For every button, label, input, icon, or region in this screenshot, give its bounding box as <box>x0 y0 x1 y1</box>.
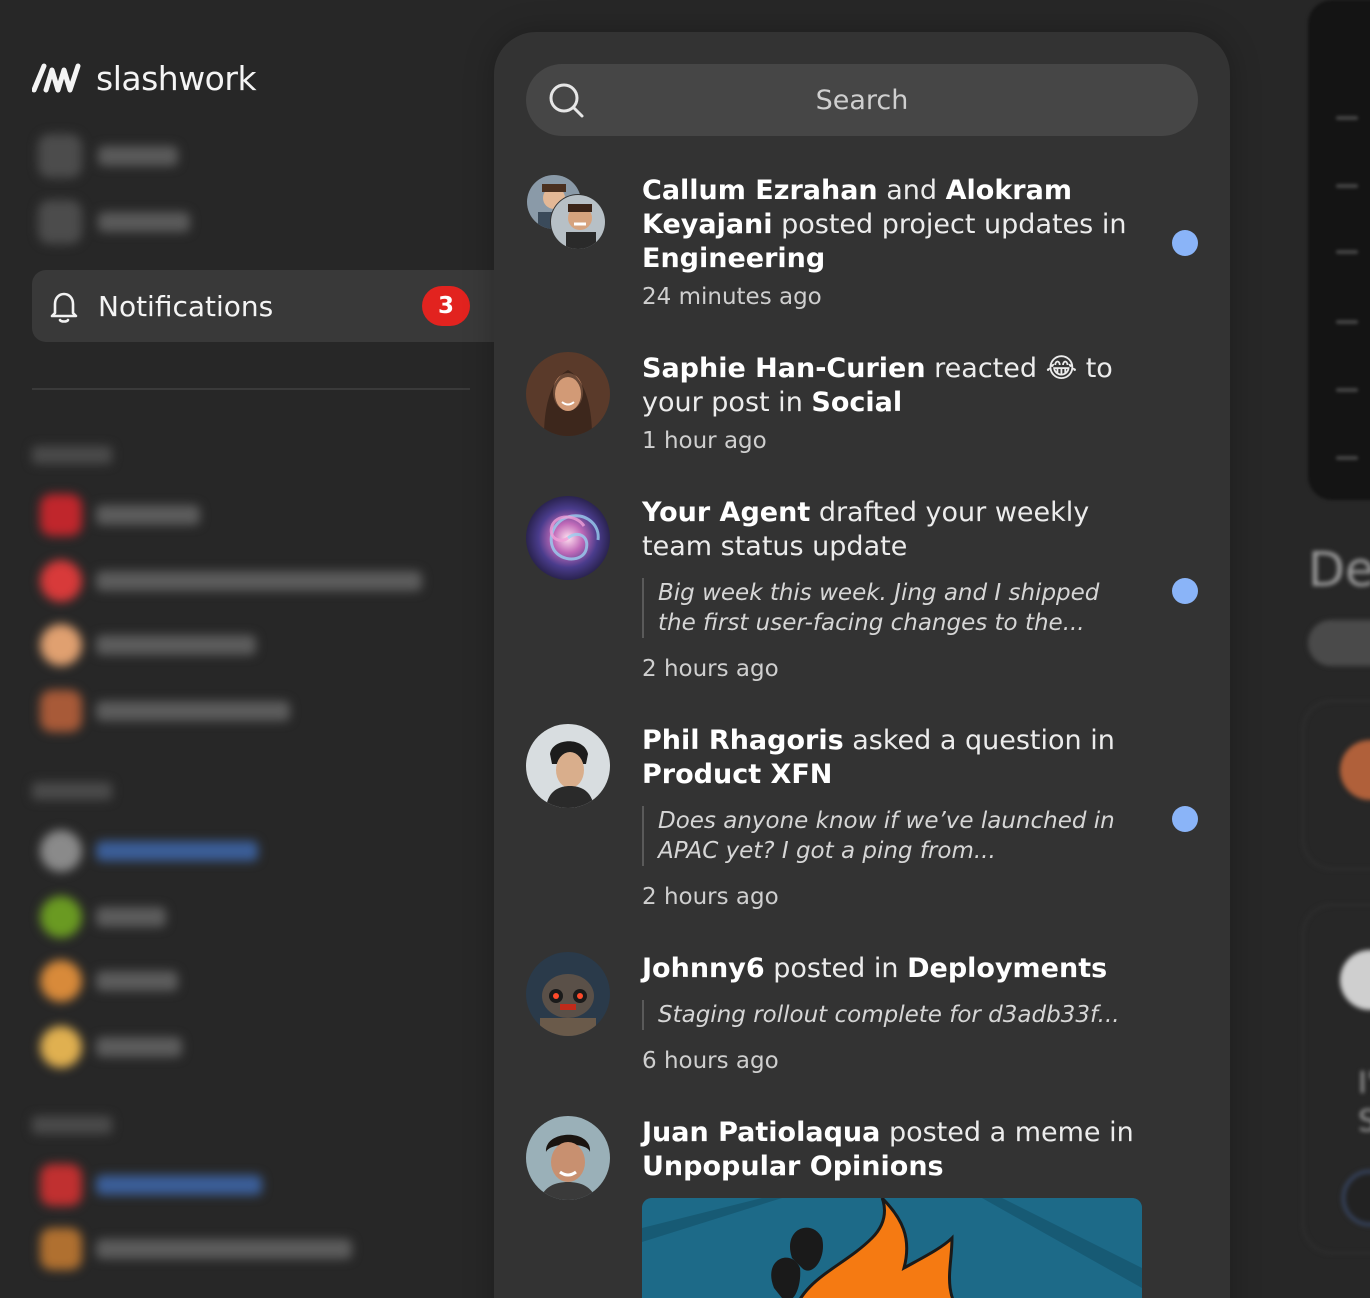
notification-headline: Phil Rhagoris asked a question in Produc… <box>642 724 1142 792</box>
unread-dot <box>1172 230 1198 256</box>
search-input[interactable] <box>526 64 1198 136</box>
avatar-callum <box>527 175 606 250</box>
avatar-saphie <box>526 352 610 436</box>
notification-item[interactable]: Your Agent drafted your weekly team stat… <box>526 496 1198 696</box>
avatar-phil <box>526 724 610 808</box>
sidebar-channel[interactable] <box>40 560 422 602</box>
status-pill[interactable] <box>1308 620 1370 666</box>
sidebar-channel[interactable] <box>40 830 258 872</box>
headline-entity[interactable]: Social <box>811 387 902 418</box>
notification-body: Your Agent drafted your weekly team stat… <box>642 496 1142 682</box>
avatar-your-agent <box>526 496 610 580</box>
search-icon <box>38 200 82 244</box>
chart-card <box>1308 0 1370 500</box>
detail-text: Sł <box>1358 1104 1370 1139</box>
notification-body: Callum Ezrahan and Alokram Keyajani post… <box>642 174 1142 310</box>
sidebar-divider <box>32 388 470 390</box>
meme-image[interactable] <box>642 1198 1142 1298</box>
slashwork-logo-icon <box>32 63 81 93</box>
notification-body: Juan Patiolaqua posted a meme in Unpopul… <box>642 1116 1142 1298</box>
sidebar-channel[interactable] <box>40 1164 262 1206</box>
section-header-chats <box>32 1116 112 1134</box>
sidebar-channel[interactable] <box>40 1228 352 1270</box>
headline-entity[interactable]: Phil Rhagoris <box>642 725 844 756</box>
sidebar-channel[interactable] <box>40 896 166 938</box>
headline-entity[interactable]: Saphie Han-Curien <box>642 353 926 384</box>
sidebar-channel[interactable] <box>40 690 290 732</box>
sidebar: slashwork Notifications 3 <box>0 0 494 1298</box>
sidebar-item-home[interactable] <box>38 134 178 178</box>
home-icon <box>38 134 82 178</box>
notification-time: 2 hours ago <box>642 884 779 910</box>
sidebar-channel[interactable] <box>40 494 200 536</box>
notification-time: 1 hour ago <box>642 428 767 454</box>
sidebar-channel[interactable] <box>40 960 178 1002</box>
avatar-juan <box>526 1116 610 1200</box>
notification-time: 2 hours ago <box>642 656 779 682</box>
headline-entity[interactable]: Product XFN <box>642 759 832 790</box>
meme-image-art <box>642 1198 1142 1298</box>
notification-item[interactable]: Saphie Han-Curien reacted 😂 to your post… <box>526 352 1198 472</box>
sidebar-channel[interactable] <box>40 1026 182 1068</box>
notification-body: Saphie Han-Curien reacted 😂 to your post… <box>642 352 1142 454</box>
unread-dot <box>1172 806 1198 832</box>
notification-headline: Your Agent drafted your weekly team stat… <box>642 496 1142 564</box>
headline-entity[interactable]: Juan Patiolaqua <box>642 1117 880 1148</box>
detail-pane: De I'r Sł <box>1230 0 1370 1298</box>
section-header-pinned <box>32 446 112 464</box>
brand[interactable]: slashwork <box>32 58 257 98</box>
sidebar-item-notifications[interactable]: Notifications 3 <box>32 270 494 342</box>
notification-item[interactable]: Juan Patiolaqua posted a meme in Unpopul… <box>526 1116 1198 1298</box>
headline-entity[interactable]: Johnny6 <box>642 953 765 984</box>
headline-text: posted in <box>764 953 908 984</box>
headline-text: posted project updates in <box>772 209 1127 240</box>
headline-text: posted a meme in <box>880 1117 1134 1148</box>
headline-entity[interactable]: Your Agent <box>642 497 810 528</box>
detail-title: De <box>1308 542 1370 598</box>
search-bar[interactable] <box>526 64 1198 136</box>
notification-preview: Does anyone know if we’ve launched in AP… <box>642 806 1142 866</box>
headline-text: and <box>877 175 946 206</box>
notification-headline: Callum Ezrahan and Alokram Keyajani post… <box>642 174 1142 276</box>
headline-entity[interactable]: Unpopular Opinions <box>642 1151 944 1182</box>
notification-headline: Johnny6 posted in Deployments <box>642 952 1142 986</box>
notification-preview: Staging rollout complete for d3adb33f... <box>642 1000 1142 1030</box>
notification-item[interactable]: Phil Rhagoris asked a question in Produc… <box>526 724 1198 924</box>
brand-name: slashwork <box>96 58 257 98</box>
notification-preview: Big week this week. Jing and I shipped t… <box>642 578 1142 638</box>
notification-headline: Saphie Han-Curien reacted 😂 to your post… <box>642 352 1142 420</box>
notification-time: 6 hours ago <box>642 1048 779 1074</box>
notification-item[interactable]: Callum Ezrahan and Alokram Keyajani post… <box>526 174 1198 324</box>
notification-time: 24 minutes ago <box>642 284 822 310</box>
avatar-johnny6 <box>526 952 610 1036</box>
headline-entity[interactable]: Engineering <box>642 243 825 274</box>
notification-headline: Juan Patiolaqua posted a meme in Unpopul… <box>642 1116 1142 1184</box>
notification-body: Johnny6 posted in Deployments Staging ro… <box>642 952 1142 1074</box>
group-avatar <box>526 174 610 258</box>
headline-entity[interactable]: Deployments <box>907 953 1107 984</box>
sidebar-item-label: Notifications <box>98 290 274 323</box>
unread-dot <box>1172 578 1198 604</box>
notification-body: Phil Rhagoris asked a question in Produc… <box>642 724 1142 910</box>
headline-text: asked a question in <box>843 725 1115 756</box>
bell-icon <box>50 292 78 323</box>
sidebar-channel[interactable] <box>40 624 256 666</box>
unread-count-badge: 3 <box>422 286 470 326</box>
headline-entity[interactable]: Callum Ezrahan <box>642 175 878 206</box>
detail-text: I'r <box>1358 1066 1370 1101</box>
notifications-panel: Callum Ezrahan and Alokram Keyajani post… <box>494 32 1230 1298</box>
notification-item[interactable]: Johnny6 posted in Deployments Staging ro… <box>526 952 1198 1092</box>
section-header-groups <box>32 782 112 800</box>
sidebar-item-search[interactable] <box>38 200 190 244</box>
